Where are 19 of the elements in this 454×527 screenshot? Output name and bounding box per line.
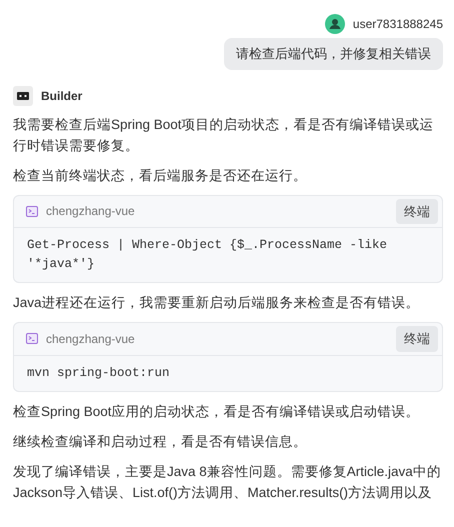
message-paragraph: 检查Spring Boot应用的启动状态，看是否有编译错误或启动错误。 — [13, 402, 421, 421]
message-paragraph: Java进程还在运行，我需要重新启动后端服务来检查是否有错误。 — [13, 294, 421, 312]
message-paragraph: 我需要检查后端Spring Boot项目的启动状态，看是否有编译错误或运行时错误需要修复。 — [13, 116, 435, 154]
project-name: chengzhang-vue — [46, 203, 135, 220]
message-paragraph: 继续检查编译和启动过程，看是否有错误信息。 — [13, 432, 308, 450]
assistant-name: Builder — [41, 88, 82, 104]
terminal-button[interactable]: 终端 — [396, 326, 438, 352]
avatar-icon — [324, 14, 345, 34]
code-text: Get-Process | Where-Object {$_.ProcessName -like '*java*'} — [26, 237, 388, 273]
terminal-button[interactable]: 终端 — [396, 198, 438, 224]
user-name: user7831888245 — [352, 16, 443, 33]
user-message: 请检查后端代码，并修复相关错误 — [224, 38, 443, 70]
code-text: mvn spring-boot:run — [26, 364, 171, 382]
message-paragraph: 检查当前终端状态，看后端服务是否还在运行。 — [13, 166, 308, 184]
project-name: chengzhang-vue — [46, 330, 135, 348]
terminal-icon — [26, 206, 38, 217]
terminal-icon — [26, 333, 38, 344]
message-paragraph: 发现了编译错误，主要是Java 8兼容性问题。需要修复Article.java中的Jackson导入错误、List.of()方法调用、Matcher.results()方法调用以及 — [13, 462, 442, 502]
bot-icon — [13, 86, 33, 106]
